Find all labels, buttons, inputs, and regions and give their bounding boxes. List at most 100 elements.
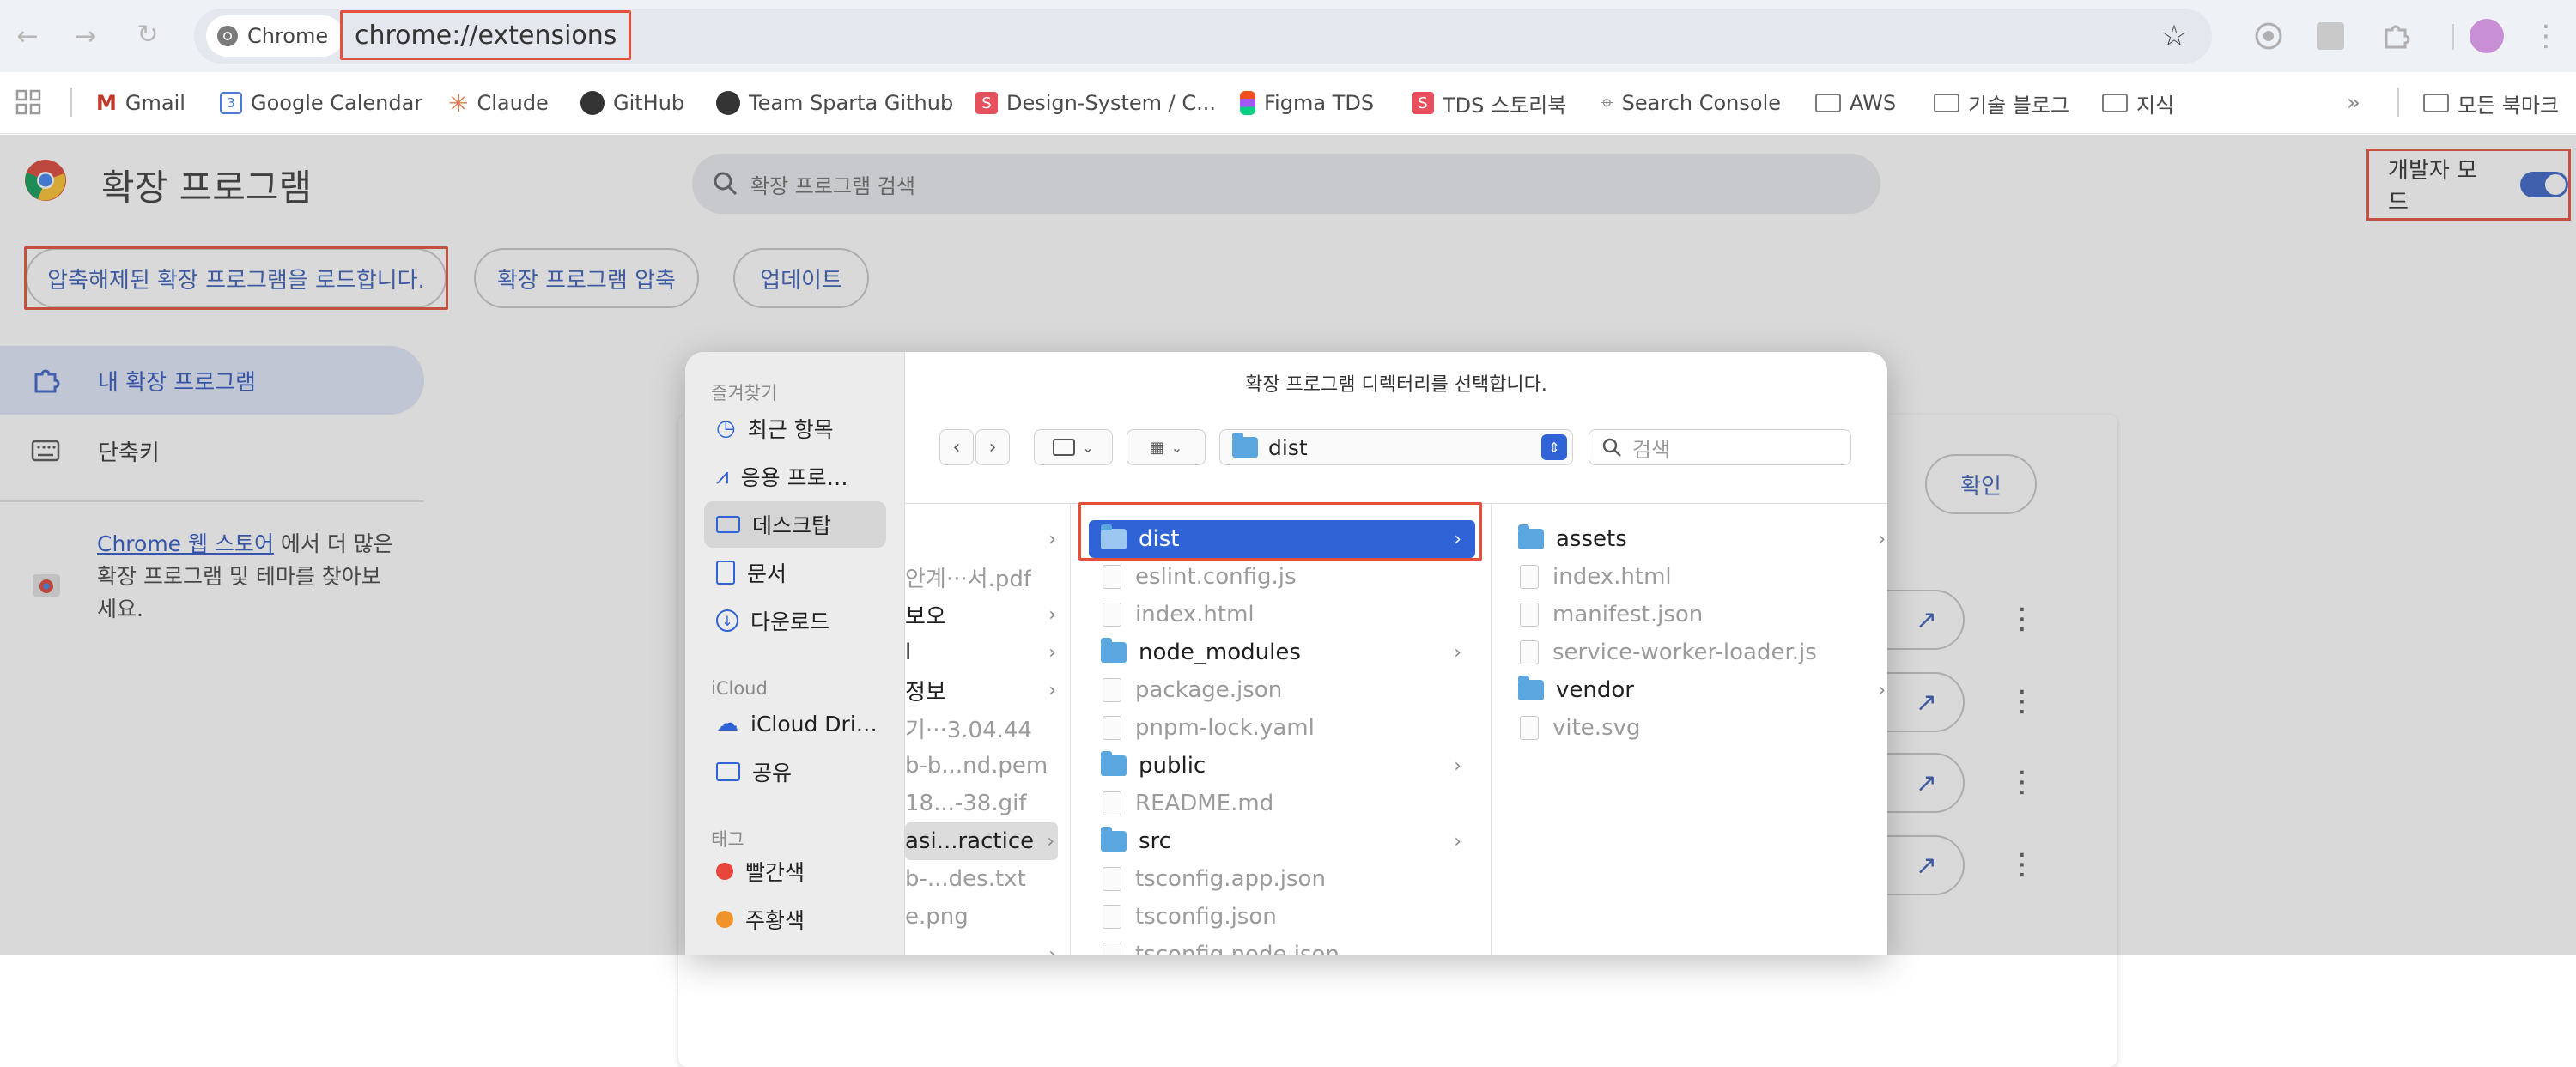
bookmark-star-icon[interactable]: ☆ xyxy=(2157,19,2191,53)
sidebar-item-downloads[interactable]: ↓ 다운로드 xyxy=(704,597,886,644)
bookmark-claude[interactable]: ✳ Claude xyxy=(448,84,549,122)
list-item[interactable]: › xyxy=(905,520,1070,558)
list-item[interactable]: l › xyxy=(905,634,1070,671)
bookmark-label: Gmail xyxy=(125,91,185,115)
list-item[interactable]: e.png xyxy=(905,898,1070,936)
grid-view-button[interactable]: ▦ ⌄ xyxy=(1127,429,1206,465)
extension-placeholder-icon[interactable] xyxy=(2317,22,2344,50)
sidebar-item-desktop[interactable]: 데스크탑 xyxy=(704,501,886,548)
list-item[interactable]: › xyxy=(905,936,1070,955)
bookmark-search-console[interactable]: ⌖ Search Console xyxy=(1601,84,1781,122)
bookmark-label: Search Console xyxy=(1621,91,1781,115)
bookmark-google-calendar[interactable]: 3 Google Calendar xyxy=(220,84,422,122)
list-item[interactable]: tsconfig.json xyxy=(1089,898,1475,936)
sidebar-tag-red[interactable]: 빨간색 xyxy=(704,848,886,894)
cloud-icon: ☁ xyxy=(716,711,738,737)
file-icon xyxy=(1103,678,1121,702)
sidebar-item-documents[interactable]: 문서 xyxy=(704,549,886,596)
list-item[interactable]: manifest.json xyxy=(1515,596,1887,634)
bookmark-gmail[interactable]: M Gmail xyxy=(96,84,185,122)
column-divider xyxy=(1491,504,1492,955)
bookmark-label: Claude xyxy=(477,91,549,115)
list-item[interactable]: 기···3.04.44 xyxy=(905,709,1070,747)
list-item[interactable]: tsconfig.app.json xyxy=(1089,860,1475,898)
site-chip[interactable]: Chrome xyxy=(206,15,344,57)
list-item[interactable]: 안계···서.pdf xyxy=(905,558,1070,596)
sidebar-item-label: 문서 xyxy=(747,561,787,586)
list-item[interactable]: 정보 › xyxy=(905,671,1070,709)
location-popup[interactable]: dist ⇕ xyxy=(1219,429,1573,465)
updown-chevron-icon: ⇕ xyxy=(1541,434,1567,460)
back-icon[interactable]: ← xyxy=(12,21,43,52)
github-icon xyxy=(580,91,605,115)
forward-icon[interactable]: → xyxy=(70,21,101,52)
search-console-icon: ⌖ xyxy=(1601,89,1613,116)
list-item[interactable]: assets › xyxy=(1515,520,1887,558)
list-item[interactable]: package.json xyxy=(1089,671,1475,709)
chevron-right-icon: › xyxy=(1878,528,1886,550)
list-item[interactable]: eslint.config.js xyxy=(1089,558,1475,596)
list-item[interactable]: src › xyxy=(1089,822,1475,860)
chevron-right-icon: › xyxy=(1048,528,1056,550)
sidebar-item-applications[interactable]: ⩘ 응용 프로… xyxy=(704,453,886,500)
list-item[interactable]: index.html xyxy=(1515,558,1887,596)
folder-icon xyxy=(2423,94,2449,112)
chevron-right-icon: › xyxy=(1878,679,1886,701)
list-item[interactable]: node_modules › xyxy=(1089,634,1475,671)
list-item[interactable]: b-...des.txt xyxy=(905,860,1070,898)
bookmark-design-system[interactable]: S Design-System / C... xyxy=(975,84,1216,122)
bookmark-label: Figma TDS xyxy=(1264,91,1375,115)
desktop-icon xyxy=(716,516,740,533)
apps-grid-icon[interactable] xyxy=(15,89,41,115)
bookmark-tds-storybook[interactable]: S TDS 스토리북 xyxy=(1412,84,1566,122)
folder-icon xyxy=(1232,433,1258,458)
chevron-right-icon: › xyxy=(1048,603,1056,626)
nav-forward-button[interactable]: › xyxy=(975,429,1010,465)
browser-toolbar: ← → ↻ Chrome ☆ chrome://extensions ⋮ xyxy=(0,0,2576,72)
shared-folder-icon xyxy=(716,762,740,781)
list-item[interactable]: index.html xyxy=(1089,596,1475,634)
sidebar-item-recents[interactable]: ◷ 최근 항목 xyxy=(704,405,886,452)
list-item[interactable]: public › xyxy=(1089,747,1475,785)
sidebar-item-shared[interactable]: 공유 xyxy=(704,749,886,795)
puzzle-icon[interactable] xyxy=(2379,19,2413,53)
sidebar-item-label: iCloud Dri… xyxy=(750,711,878,737)
bookmark-figma-tds[interactable]: Figma TDS xyxy=(1240,84,1374,122)
list-item[interactable]: 18...-38.gif xyxy=(905,785,1070,822)
column-view-button[interactable]: ⌄ xyxy=(1034,429,1113,465)
list-item-selected[interactable]: asi...ractice › xyxy=(905,822,1058,860)
bookmark-knowledge[interactable]: 지식 xyxy=(2102,84,2174,122)
more-bookmarks-icon[interactable]: » xyxy=(2341,88,2366,118)
favorites-heading: 즐겨찾기 xyxy=(711,383,778,403)
bookmark-label: AWS xyxy=(1850,91,1897,115)
menu-icon[interactable]: ⋮ xyxy=(2531,19,2561,53)
avatar[interactable] xyxy=(2470,19,2504,53)
url-field[interactable]: chrome://extensions xyxy=(340,10,632,60)
list-item[interactable]: b-b...nd.pem xyxy=(905,747,1070,785)
bookmark-all[interactable]: 모든 북마크 xyxy=(2423,84,2559,122)
reload-icon[interactable]: ↻ xyxy=(132,19,163,50)
bookmark-tech-blog[interactable]: 기술 블로그 xyxy=(1934,84,2069,122)
list-item[interactable]: 보오 › xyxy=(905,596,1070,634)
dialog-search-input[interactable]: 검색 xyxy=(1632,433,1670,463)
dist-folder-highlight xyxy=(1078,502,1482,561)
bookmark-team-sparta-github[interactable]: Team Sparta Github xyxy=(716,84,953,122)
dialog-search[interactable]: 검색 xyxy=(1589,429,1851,465)
bookmark-aws[interactable]: AWS xyxy=(1815,84,1896,122)
list-item[interactable]: pnpm-lock.yaml xyxy=(1089,709,1475,747)
chrome-icon xyxy=(217,26,238,46)
folder-icon xyxy=(2102,94,2128,112)
file-icon xyxy=(1103,943,1121,955)
list-item[interactable]: vendor › xyxy=(1515,671,1887,709)
list-item[interactable]: tsconfig.node.json xyxy=(1089,936,1475,955)
file-icon xyxy=(1520,640,1539,664)
bookmark-github[interactable]: GitHub xyxy=(580,84,684,122)
browser-column-1: › 안계···서.pdf 보오 › l › 정보 › 기···3.04.44 b-b.… xyxy=(905,505,1070,955)
sidebar-item-icloud-drive[interactable]: ☁ iCloud Dri… xyxy=(704,700,886,747)
lens-icon[interactable] xyxy=(2251,19,2286,53)
list-item[interactable]: service-worker-loader.js xyxy=(1515,634,1887,671)
sidebar-tag-orange[interactable]: 주황색 xyxy=(704,896,886,943)
nav-back-button[interactable]: ‹ xyxy=(939,429,974,465)
list-item[interactable]: README.md xyxy=(1089,785,1475,822)
list-item[interactable]: vite.svg xyxy=(1515,709,1887,747)
